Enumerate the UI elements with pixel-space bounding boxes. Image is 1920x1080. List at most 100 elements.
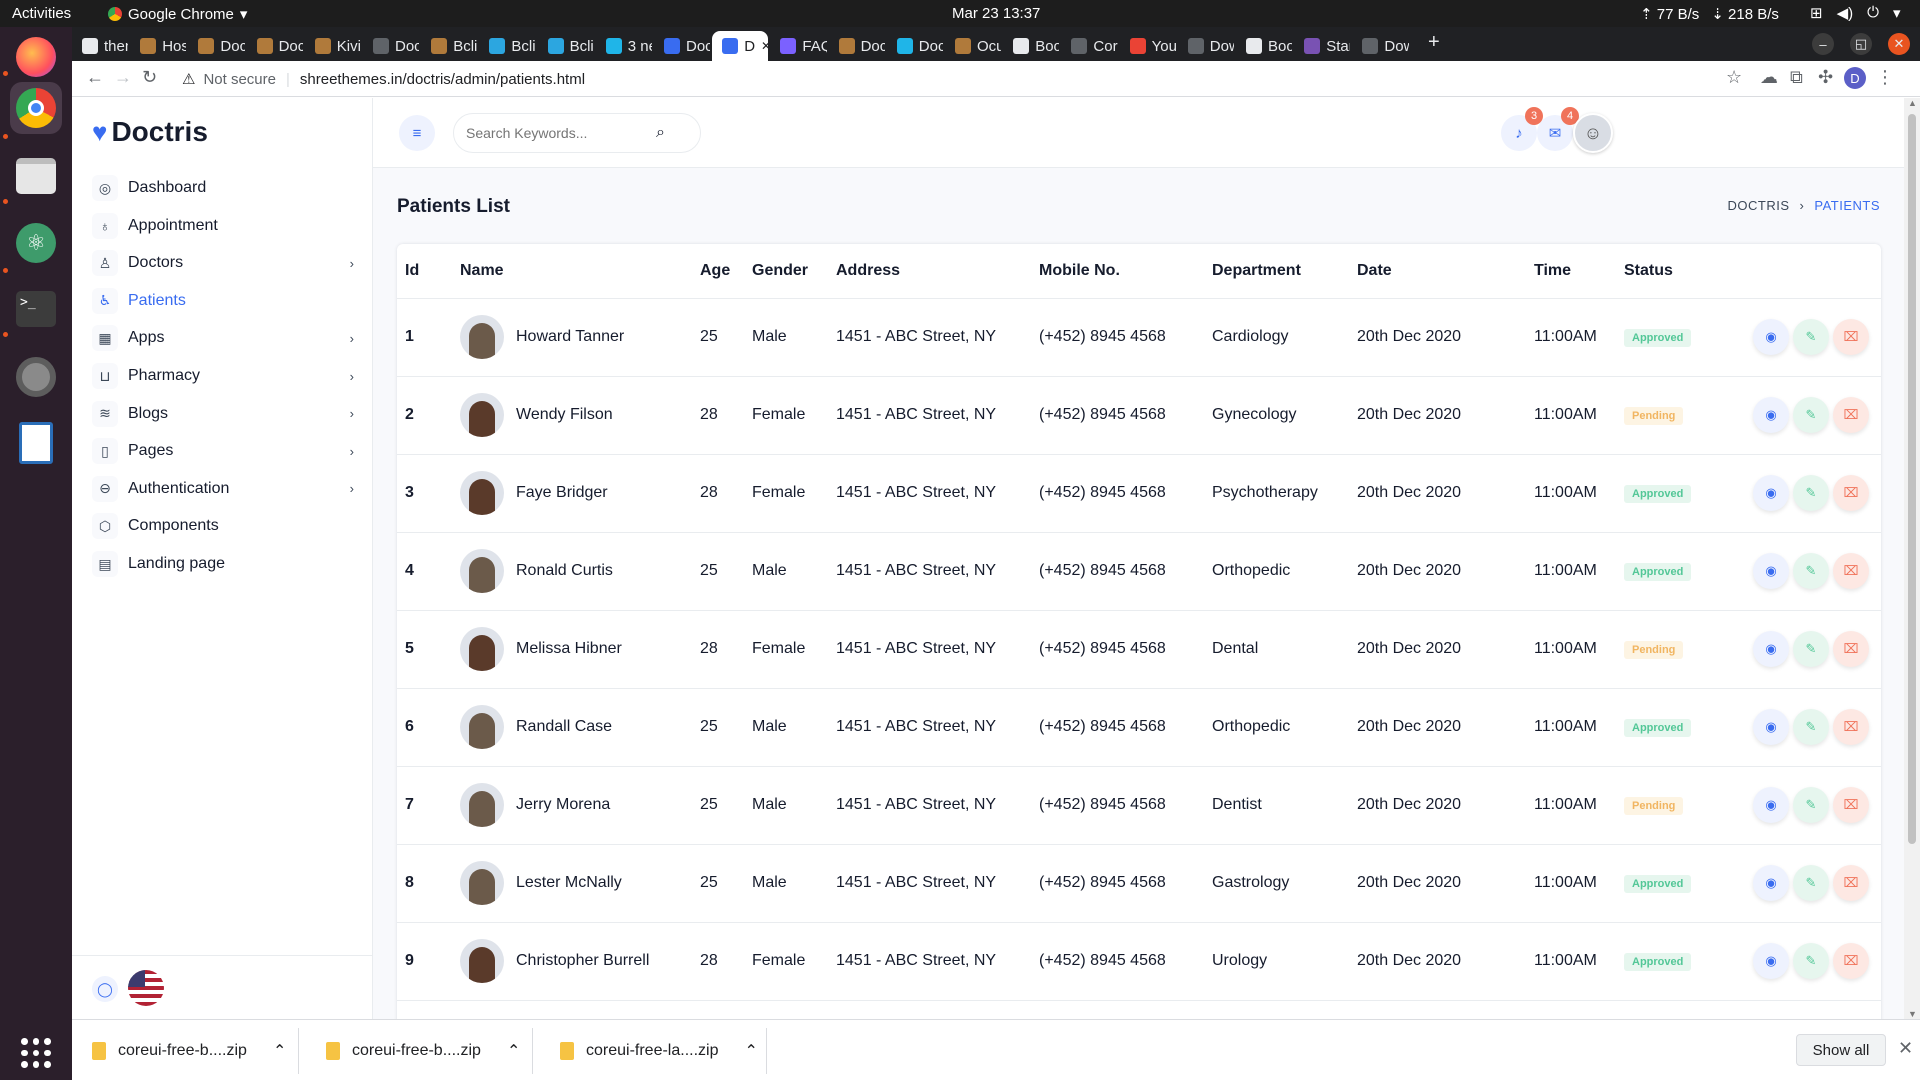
- clock[interactable]: Mar 23 13:37: [952, 5, 1040, 22]
- close-downloads-icon[interactable]: ✕: [1898, 1038, 1913, 1059]
- browser-tab[interactable]: Ocul: [945, 31, 1001, 61]
- chrome-dock-icon[interactable]: [10, 82, 62, 134]
- notification-bell-icon[interactable]: ♪ 3: [1501, 107, 1543, 151]
- page-scrollbar[interactable]: ▲ ▼: [1904, 98, 1920, 1019]
- firefox-icon[interactable]: [10, 31, 62, 83]
- chrome-menu-icon[interactable]: ⋮: [1876, 67, 1894, 88]
- browser-tab[interactable]: FAQ: [770, 31, 827, 61]
- us-flag-icon[interactable]: [128, 970, 164, 1006]
- edit-button[interactable]: ✎: [1793, 319, 1829, 355]
- delete-button[interactable]: ⌧: [1833, 397, 1869, 433]
- show-apps-icon[interactable]: [10, 1027, 62, 1079]
- table-row[interactable]: 3 Faye Bridger 28 Female 1451 - ABC Street, …: [397, 454, 1881, 533]
- edit-button[interactable]: ✎: [1793, 553, 1829, 589]
- delete-button[interactable]: ⌧: [1833, 787, 1869, 823]
- browser-tab[interactable]: D ✕: [712, 31, 769, 61]
- brand-logo[interactable]: ♥ Doctris: [92, 116, 208, 148]
- table-row[interactable]: 6 Randall Case 25 Male 1451 - ABC Street, NY…: [397, 688, 1881, 767]
- address-bar[interactable]: ⚠ Not secure | shreethemes.in/doctris/ad…: [182, 64, 1792, 94]
- browser-tab[interactable]: Doct: [188, 31, 245, 61]
- browser-tab[interactable]: Doct: [654, 31, 710, 61]
- browser-tab[interactable]: 3 nev: [596, 31, 652, 61]
- chevron-up-icon[interactable]: ⌃: [745, 1041, 758, 1061]
- activities-button[interactable]: Activities: [12, 5, 71, 22]
- chevron-up-icon[interactable]: ⌃: [507, 1041, 520, 1061]
- download-item[interactable]: coreui-free-b....zip ⌃: [326, 1034, 520, 1068]
- system-tray[interactable]: ⊞ ◀) ⏻ ▾: [1810, 4, 1901, 22]
- view-button[interactable]: ◉: [1753, 631, 1789, 667]
- atom-icon[interactable]: ⚛: [10, 217, 62, 269]
- edit-button[interactable]: ✎: [1793, 397, 1829, 433]
- extension-cloud-icon[interactable]: ☁: [1760, 67, 1778, 88]
- table-row[interactable]: 8 Lester McNally 25 Male 1451 - ABC Street, …: [397, 844, 1881, 923]
- delete-button[interactable]: ⌧: [1833, 709, 1869, 745]
- search-input[interactable]: [466, 125, 656, 141]
- sidebar-item-pharmacy[interactable]: ⊔ Pharmacy ›: [92, 359, 362, 393]
- browser-tab[interactable]: Doct: [363, 31, 419, 61]
- browser-tab[interactable]: Your: [1120, 31, 1176, 61]
- scroll-down-icon[interactable]: ▼: [1908, 1009, 1917, 1019]
- table-row[interactable]: 4 Ronald Curtis 25 Male 1451 - ABC Street, N…: [397, 532, 1881, 611]
- browser-tab[interactable]: Dow: [1352, 31, 1409, 61]
- sidebar-item-patients[interactable]: ♿ Patients: [92, 284, 362, 318]
- writer-icon[interactable]: [10, 417, 62, 469]
- browser-tab[interactable]: Doct: [247, 31, 303, 61]
- profile-avatar[interactable]: D: [1844, 67, 1866, 89]
- table-row[interactable]: 5 Melissa Hibner 28 Female 1451 - ABC Street…: [397, 610, 1881, 689]
- table-row[interactable]: 9 Christopher Burrell 28 Female 1451 - ABC S…: [397, 922, 1881, 1001]
- edit-button[interactable]: ✎: [1793, 943, 1829, 979]
- sidebar-item-authentication[interactable]: ⊖ Authentication ›: [92, 472, 362, 506]
- browser-tab[interactable]: Bool: [1236, 31, 1292, 61]
- browser-tab[interactable]: Bclir: [421, 31, 477, 61]
- menu-toggle-icon[interactable]: ≡: [399, 115, 435, 151]
- browser-tab[interactable]: Bclir: [538, 31, 594, 61]
- delete-button[interactable]: ⌧: [1833, 865, 1869, 901]
- bookmark-star-icon[interactable]: ☆: [1726, 67, 1742, 88]
- browser-tab[interactable]: KiviC: [305, 31, 361, 61]
- delete-button[interactable]: ⌧: [1833, 475, 1869, 511]
- user-avatar[interactable]: ☺: [1573, 113, 1613, 153]
- sidebar-item-apps[interactable]: ▦ Apps ›: [92, 321, 362, 355]
- browser-tab[interactable]: Dow: [1178, 31, 1234, 61]
- tab-close-icon[interactable]: ✕: [761, 39, 768, 53]
- edit-button[interactable]: ✎: [1793, 865, 1829, 901]
- download-item[interactable]: coreui-free-la....zip ⌃: [560, 1034, 758, 1068]
- search-box[interactable]: ⌕: [453, 113, 701, 153]
- delete-button[interactable]: ⌧: [1833, 553, 1869, 589]
- download-item[interactable]: coreui-free-b....zip ⌃: [92, 1034, 286, 1068]
- forward-icon[interactable]: →: [114, 67, 132, 88]
- sidebar-item-pages[interactable]: ▯ Pages ›: [92, 434, 362, 468]
- terminal-icon[interactable]: >_: [10, 283, 62, 335]
- view-button[interactable]: ◉: [1753, 865, 1789, 901]
- browser-tab[interactable]: Doct: [829, 31, 885, 61]
- edit-button[interactable]: ✎: [1793, 787, 1829, 823]
- delete-button[interactable]: ⌧: [1833, 943, 1869, 979]
- view-button[interactable]: ◉: [1753, 553, 1789, 589]
- sidebar-item-blogs[interactable]: ≋ Blogs ›: [92, 397, 362, 431]
- table-row[interactable]: 7 Jerry Morena 25 Male 1451 - ABC Street, NY…: [397, 766, 1881, 845]
- view-button[interactable]: ◉: [1753, 709, 1789, 745]
- browser-tab[interactable]: Hosp: [130, 31, 186, 61]
- delete-button[interactable]: ⌧: [1833, 631, 1869, 667]
- scroll-up-icon[interactable]: ▲: [1908, 98, 1917, 108]
- view-button[interactable]: ◉: [1753, 475, 1789, 511]
- search-icon[interactable]: ⌕: [656, 124, 665, 142]
- browser-tab[interactable]: Doct: [887, 31, 943, 61]
- app-menu[interactable]: Google Chrome ▾: [108, 5, 247, 23]
- chat-icon[interactable]: ◯: [92, 976, 118, 1002]
- table-row[interactable]: 1 Howard Tanner 25 Male 1451 - ABC Street, N…: [397, 298, 1881, 377]
- chevron-up-icon[interactable]: ⌃: [273, 1041, 286, 1061]
- show-all-downloads-button[interactable]: Show all: [1796, 1034, 1886, 1066]
- mail-icon[interactable]: ✉ 4: [1537, 107, 1579, 151]
- view-button[interactable]: ◉: [1753, 943, 1789, 979]
- breadcrumb-root[interactable]: DOCTRIS: [1728, 198, 1790, 213]
- edit-button[interactable]: ✎: [1793, 631, 1829, 667]
- view-button[interactable]: ◉: [1753, 397, 1789, 433]
- extension-screen-icon[interactable]: ⧉: [1790, 67, 1803, 88]
- back-icon[interactable]: ←: [86, 67, 104, 88]
- new-tab-icon[interactable]: +: [1428, 31, 1440, 54]
- edit-button[interactable]: ✎: [1793, 475, 1829, 511]
- browser-tab[interactable]: then: [72, 31, 128, 61]
- extensions-puzzle-icon[interactable]: ✣: [1818, 67, 1833, 88]
- edit-button[interactable]: ✎: [1793, 709, 1829, 745]
